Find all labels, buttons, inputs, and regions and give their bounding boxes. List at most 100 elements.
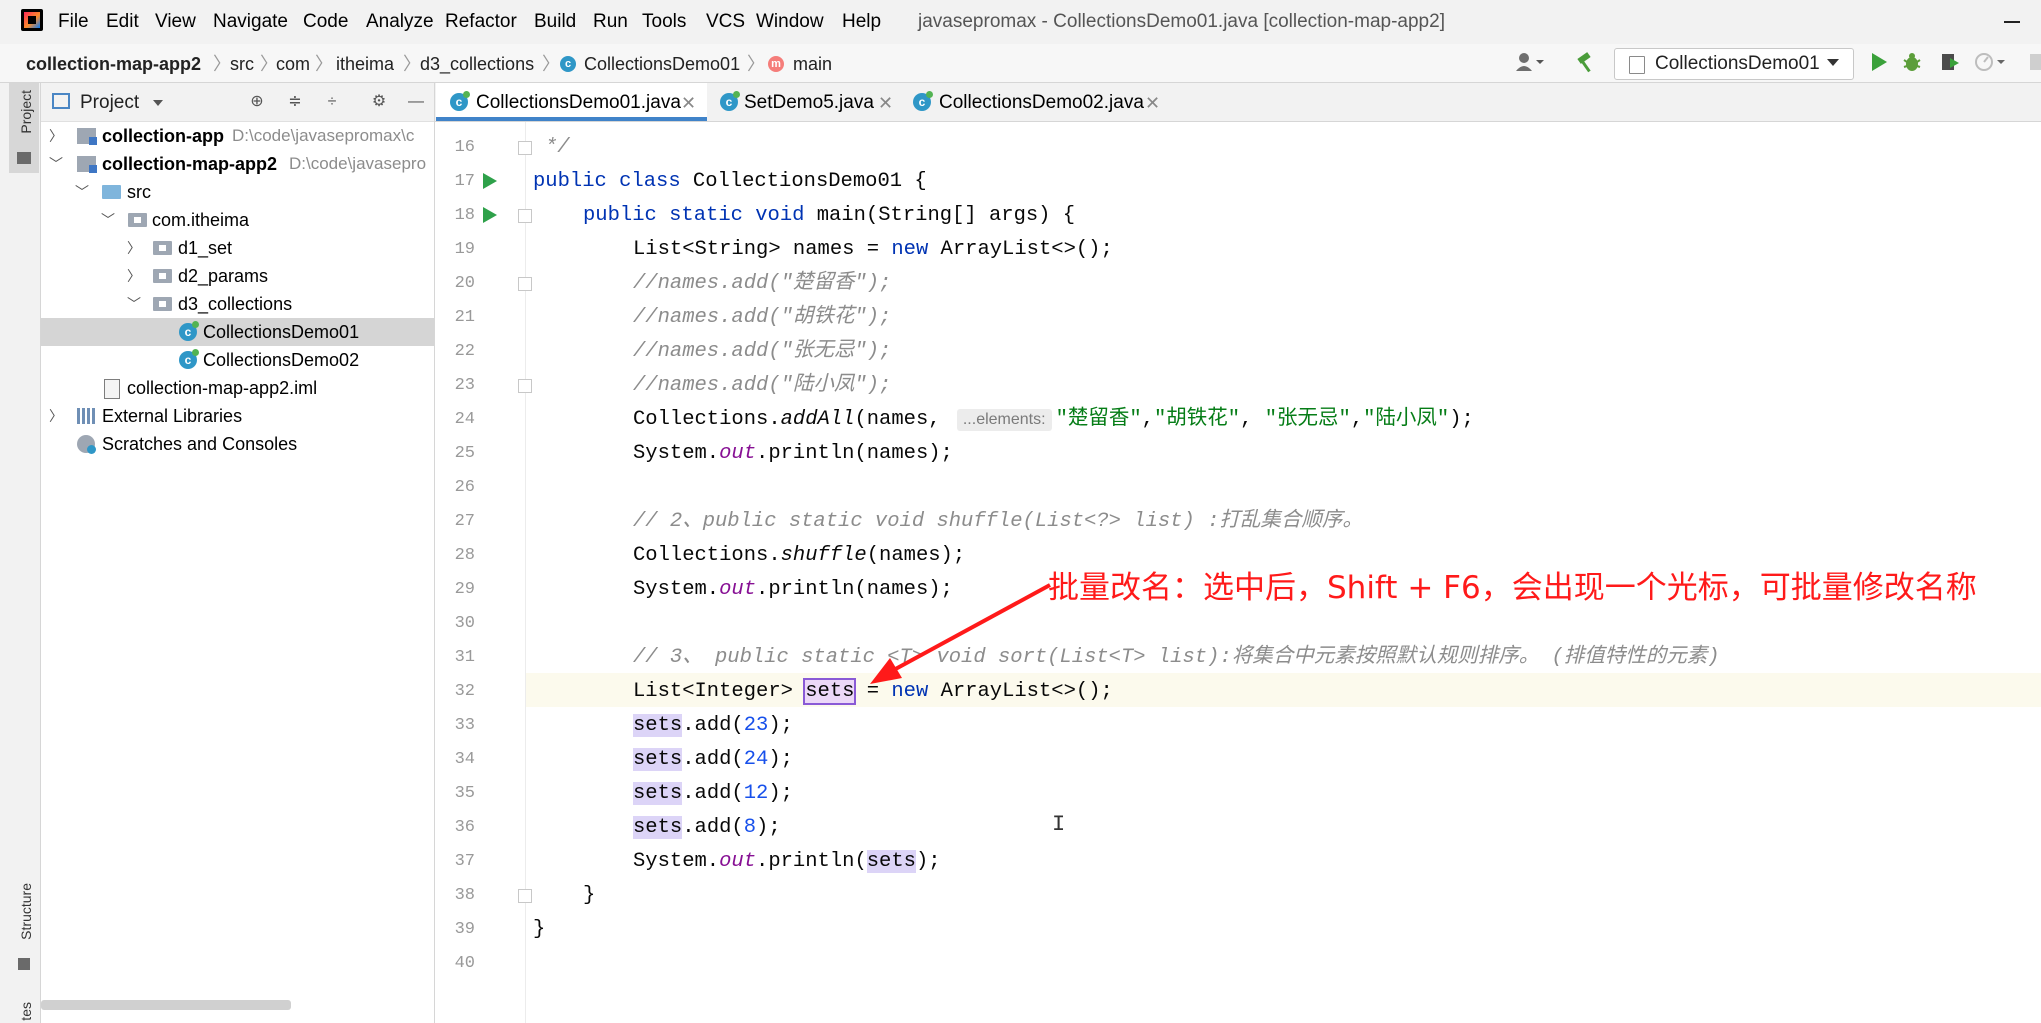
run-icon[interactable] xyxy=(1872,53,1887,71)
chevron-right-icon[interactable]: 〉 xyxy=(127,234,141,262)
menu-window[interactable]: Window xyxy=(750,10,830,34)
close-icon[interactable]: ✕ xyxy=(681,92,696,114)
project-tool-label[interactable]: Project xyxy=(18,90,34,134)
chevron-down-icon[interactable]: ﹀ xyxy=(101,206,115,234)
code-line-22[interactable]: //names.add("张无忌"); xyxy=(633,335,891,369)
menu-file[interactable]: File xyxy=(52,10,95,34)
menu-analyze[interactable]: Analyze xyxy=(360,10,440,34)
code-line-20[interactable]: //names.add("楚留香"); xyxy=(633,267,891,301)
run-class-gutter-icon[interactable] xyxy=(483,173,497,189)
code-text: .add( xyxy=(682,714,744,737)
menu-navigate[interactable]: Navigate xyxy=(207,10,294,34)
code-line-27[interactable]: // 2、public static void shuffle(List<?> … xyxy=(633,505,1363,539)
expand-all-icon[interactable]: ≑ xyxy=(287,94,303,110)
breadcrumb-project[interactable]: collection-map-app2 xyxy=(26,52,201,76)
menu-tools[interactable]: Tools xyxy=(636,10,692,34)
tree-item-collection-app[interactable]: 〉 collection-app D:\code\javasepromax\c xyxy=(41,122,434,150)
code-line-31[interactable]: // 3、 public static <T> void sort(List<T… xyxy=(633,641,1720,675)
breadcrumb-com[interactable]: com xyxy=(276,52,310,76)
code-line-35[interactable]: sets.add(12); xyxy=(633,777,793,811)
fold-icon[interactable] xyxy=(518,889,532,903)
annotation-text: 批量改名：选中后，Shift + F6，会出现一个光标，可批量修改名称 xyxy=(1048,570,1977,606)
locate-icon[interactable]: ⊕ xyxy=(249,94,265,110)
static-field: out xyxy=(719,442,757,465)
tree-item-iml[interactable]: collection-map-app2.iml xyxy=(41,374,434,402)
menu-code[interactable]: Code xyxy=(297,10,354,34)
code-line-25[interactable]: System.out.println(names); xyxy=(633,437,953,471)
chevron-right-icon[interactable]: 〉 xyxy=(49,122,63,150)
project-view-selector[interactable]: Project xyxy=(80,91,139,115)
tree-item-external-libraries[interactable]: 〉 External Libraries xyxy=(41,402,434,430)
menu-view[interactable]: View xyxy=(149,10,202,34)
tab-collectionsdemo02[interactable]: c CollectionsDemo02.java ✕ xyxy=(909,83,1169,121)
close-icon[interactable]: ✕ xyxy=(1145,92,1160,114)
tree-item-scratches[interactable]: Scratches and Consoles xyxy=(41,430,434,458)
gear-icon[interactable]: ⚙ xyxy=(371,94,387,110)
tree-item-src[interactable]: ﹀ src xyxy=(41,178,434,206)
coverage-icon[interactable] xyxy=(1940,52,1960,72)
menu-refactor[interactable]: Refactor xyxy=(439,10,523,34)
code-line-36[interactable]: sets.add(8); xyxy=(633,811,781,845)
tab-setdemo5[interactable]: c SetDemo5.java ✕ xyxy=(708,83,908,121)
code-line-19[interactable]: List<String> names = new ArrayList<>(); xyxy=(633,233,1113,267)
tree-item-collection-map-app2[interactable]: ﹀ collection-map-app2 D:\code\javasepro xyxy=(41,150,434,178)
breadcrumb-method[interactable]: main xyxy=(793,52,832,76)
menu-run[interactable]: Run xyxy=(587,10,634,34)
tree-item-d2-params[interactable]: 〉 d2_params xyxy=(41,262,434,290)
code-line-17[interactable]: public class CollectionsDemo01 { xyxy=(533,165,927,199)
hammer-icon[interactable] xyxy=(1575,52,1597,74)
code-line-24[interactable]: Collections.addAll(names, ...elements: "楚… xyxy=(633,403,1474,437)
chevron-down-icon[interactable] xyxy=(153,100,163,106)
code-line-23[interactable]: //names.add("陆小凤"); xyxy=(633,369,891,403)
stop-icon[interactable] xyxy=(2030,54,2041,70)
debug-icon[interactable] xyxy=(1902,52,1922,72)
code-line-37[interactable]: System.out.println(sets); xyxy=(633,845,941,879)
chevron-down-icon[interactable]: ﹀ xyxy=(127,290,141,318)
project-horizontal-scrollbar[interactable] xyxy=(41,1000,291,1010)
breadcrumb-itheima[interactable]: itheima xyxy=(336,52,394,76)
collapse-all-icon[interactable]: ÷ xyxy=(324,94,340,110)
tree-item-com-itheima[interactable]: ﹀ com.itheima xyxy=(41,206,434,234)
hide-panel-icon[interactable]: — xyxy=(408,94,424,110)
menu-edit[interactable]: Edit xyxy=(100,10,145,34)
run-main-gutter-icon[interactable] xyxy=(483,207,497,223)
profile-icon[interactable] xyxy=(1975,52,2005,72)
bottom-tool-label[interactable]: tes xyxy=(18,1002,34,1021)
user-icon[interactable] xyxy=(1515,51,1544,73)
code-line-33[interactable]: sets.add(23); xyxy=(633,709,793,743)
chevron-right-icon[interactable]: 〉 xyxy=(127,262,141,290)
menu-vcs[interactable]: VCS xyxy=(700,10,751,34)
chevron-right-icon[interactable]: 〉 xyxy=(49,402,63,430)
code-line-21[interactable]: //names.add("胡铁花"); xyxy=(633,301,891,335)
fold-icon[interactable] xyxy=(518,141,532,155)
tab-collectionsdemo01[interactable]: c CollectionsDemo01.java ✕ xyxy=(436,83,707,121)
menu-help[interactable]: Help xyxy=(836,10,887,34)
chevron-down-icon[interactable]: ﹀ xyxy=(49,150,63,178)
breadcrumb-src[interactable]: src xyxy=(230,52,254,76)
structure-tool-label[interactable]: Structure xyxy=(18,883,34,940)
tree-item-d1-set[interactable]: 〉 d1_set xyxy=(41,234,434,262)
rename-target-variable[interactable]: sets xyxy=(803,678,857,705)
code-line-38[interactable]: } xyxy=(583,879,595,913)
fold-icon[interactable] xyxy=(518,209,532,223)
tree-item-collectionsdemo01[interactable]: c CollectionsDemo01 xyxy=(41,318,434,346)
fold-icon[interactable] xyxy=(518,277,532,291)
minimize-icon[interactable] xyxy=(2004,21,2020,23)
close-icon[interactable]: ✕ xyxy=(878,92,893,114)
code-line-34[interactable]: sets.add(24); xyxy=(633,743,793,777)
tree-item-label: d3_collections xyxy=(178,294,293,314)
code-line-16[interactable]: */ xyxy=(545,131,570,165)
string-literal: "胡铁花" xyxy=(1153,408,1241,431)
code-line-28[interactable]: Collections.shuffle(names); xyxy=(633,539,965,573)
chevron-down-icon[interactable]: ﹀ xyxy=(75,178,89,206)
code-text: Collections. xyxy=(633,408,781,431)
breadcrumb-class[interactable]: CollectionsDemo01 xyxy=(584,52,740,76)
tree-item-collectionsdemo02[interactable]: c CollectionsDemo02 xyxy=(41,346,434,374)
run-configuration-select[interactable]: CollectionsDemo01 xyxy=(1614,48,1854,80)
breadcrumb-d3-collections[interactable]: d3_collections xyxy=(420,52,534,76)
menu-build[interactable]: Build xyxy=(528,10,582,34)
code-line-18[interactable]: public static void main(String[] args) { xyxy=(583,199,1075,233)
fold-icon[interactable] xyxy=(518,379,532,393)
code-line-39[interactable]: } xyxy=(533,913,545,947)
tree-item-d3-collections[interactable]: ﹀ d3_collections xyxy=(41,290,434,318)
